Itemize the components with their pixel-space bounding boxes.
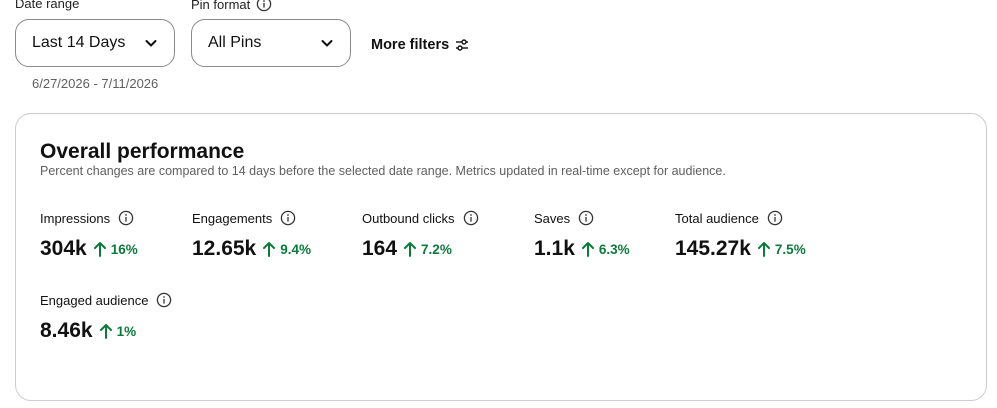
- info-icon[interactable]: [767, 210, 783, 226]
- more-filters-label: More filters: [371, 37, 450, 53]
- metric-label: Impressions: [40, 210, 111, 226]
- metric-engaged-audience: Engaged audience 8.46k 1%: [40, 291, 172, 343]
- metric-label-row: Impressions: [40, 209, 138, 227]
- metric-label-row: Engagements: [192, 209, 311, 227]
- metric-value-row: 164 7.2%: [362, 237, 479, 261]
- date-range-label: Date range: [15, 0, 79, 11]
- metric-value: 304k: [40, 237, 87, 260]
- info-icon[interactable]: [463, 210, 479, 226]
- analytics-page: Date range Last 14 Days Pin format All P…: [0, 0, 997, 408]
- metric-label: Engagements: [192, 210, 273, 226]
- more-filters-button[interactable]: More filters: [371, 34, 469, 56]
- info-icon[interactable]: [256, 0, 272, 12]
- metric-change: 6.3%: [581, 241, 630, 257]
- metric-label: Outbound clicks: [362, 210, 455, 226]
- metric-value: 8.46k: [40, 319, 93, 342]
- metric-value-row: 145.27k 7.5%: [675, 237, 806, 261]
- metric-change-value: 7.5%: [774, 241, 806, 257]
- date-range-readout: 6/27/2026 - 7/11/2026: [32, 76, 159, 91]
- metric-label: Engaged audience: [40, 292, 149, 308]
- arrow-up-icon: [99, 324, 112, 339]
- pin-format-select[interactable]: All Pins: [191, 19, 351, 67]
- metric-label-row: Saves: [534, 209, 630, 227]
- metric-change-value: 7.2%: [421, 241, 452, 257]
- metric-label-row: Total audience: [675, 209, 806, 227]
- metric-change: 16%: [93, 241, 138, 257]
- metric-value-row: 8.46k 1%: [40, 319, 172, 343]
- chevron-down-icon: [145, 40, 157, 47]
- pin-format-label-text: Pin format: [191, 0, 251, 12]
- arrow-up-icon: [404, 242, 417, 257]
- metric-engagements: Engagements 12.65k 9.4%: [192, 209, 311, 261]
- date-range-select[interactable]: Last 14 Days: [15, 19, 175, 67]
- metric-label: Saves: [534, 210, 571, 226]
- metric-change-value: 9.4%: [280, 241, 312, 257]
- info-icon[interactable]: [578, 210, 594, 226]
- date-range-label-text: Date range: [15, 0, 80, 11]
- metric-value: 164: [362, 237, 398, 260]
- card-title: Overall performance: [40, 140, 245, 163]
- metric-label-row: Outbound clicks: [362, 209, 479, 227]
- metric-label-row: Engaged audience: [40, 291, 172, 309]
- metric-value-row: 304k 16%: [40, 237, 138, 261]
- metric-change: 1%: [99, 323, 137, 339]
- metric-value-row: 1.1k 6.3%: [534, 237, 630, 261]
- metric-total-audience: Total audience 145.27k 7.5%: [675, 209, 806, 261]
- pin-format-label: Pin format: [191, 0, 272, 12]
- date-range-selected-value: Last 14 Days: [32, 34, 126, 51]
- metric-change-value: 1%: [116, 323, 137, 339]
- metric-impressions: Impressions 304k 16%: [40, 209, 138, 261]
- metric-saves: Saves 1.1k 6.3%: [534, 209, 630, 261]
- pin-format-selected-value: All Pins: [208, 34, 262, 51]
- arrow-up-icon: [757, 242, 770, 257]
- metric-value: 145.27k: [675, 237, 751, 260]
- arrow-up-icon: [93, 242, 106, 257]
- metric-outbound-clicks: Outbound clicks 164 7.2%: [362, 209, 479, 261]
- metric-change-value: 16%: [110, 241, 138, 257]
- sliders-icon: [456, 39, 469, 51]
- metric-change: 7.2%: [403, 241, 452, 257]
- info-icon[interactable]: [280, 210, 296, 226]
- metric-change: 7.5%: [757, 241, 806, 257]
- info-icon[interactable]: [156, 292, 172, 308]
- overall-performance-card: Overall performance Percent changes are …: [15, 113, 987, 401]
- arrow-up-icon: [263, 242, 276, 257]
- info-icon[interactable]: [118, 210, 134, 226]
- arrow-up-icon: [581, 242, 594, 257]
- metric-change-value: 6.3%: [598, 241, 630, 257]
- metric-value: 12.65k: [192, 237, 257, 260]
- metric-change: 9.4%: [262, 241, 311, 257]
- metric-value: 1.1k: [534, 237, 575, 260]
- metric-label: Total audience: [675, 210, 759, 226]
- chevron-down-icon: [321, 40, 333, 47]
- card-subtitle: Percent changes are compared to 14 days …: [40, 164, 726, 178]
- metric-value-row: 12.65k 9.4%: [192, 237, 311, 261]
